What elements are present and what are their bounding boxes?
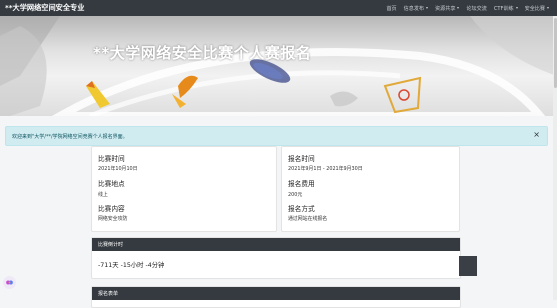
nav-link-forum[interactable]: 论坛交流 [466,5,486,12]
nav-link-competition[interactable]: 安全比赛 [525,5,549,12]
hero-background-art [0,16,557,116]
chevron-down-icon [547,7,549,9]
registration-time-value: 2021年9月1日 - 2021年9月30日 [288,166,363,172]
registration-fee-value: 200元 [288,192,303,198]
countdown-header: 比赛倒计时 [92,238,460,251]
registration-fee-label: 报名费用 [288,180,315,188]
chevron-down-icon [426,7,429,9]
registration-time-label: 报名时间 [288,155,315,163]
page-title: **大学网络安全比赛个人赛报名 [93,44,312,62]
competition-info-card: 比赛时间 2021年10月10日 比赛地点 线上 比赛内容 网络安全攻防 [91,146,277,232]
close-icon[interactable]: × [533,130,540,139]
alert-message: 欢迎来到"大学/**/学院网络空间竞赛个人报名界面。 [12,133,128,140]
hero-banner: **大学网络安全比赛个人赛报名 [0,16,557,116]
competition-time-value: 2021年10月10日 [98,166,138,172]
countdown-card: 比赛倒计时 -711天 -15小时 -4分钟 [91,237,461,279]
countdown-value: -711天 -15小时 -4分钟 [98,262,165,269]
registration-method-label: 报名方式 [288,205,315,213]
top-navbar: **大学网络空间安全专业 首页 信息发布 资源共享 论坛交流 CTF训练 安全比… [0,0,557,16]
registration-form-card: 报名表单 [91,286,461,308]
assistant-icon [6,280,13,285]
nav-menu: 首页 信息发布 资源共享 论坛交流 CTF训练 安全比赛 [386,0,549,16]
registration-method-value: 通过网站在线报名 [288,216,328,222]
welcome-alert: 欢迎来到"大学/**/学院网络空间竞赛个人报名界面。 × [5,126,548,146]
form-header: 报名表单 [92,287,460,300]
assistant-floating-button[interactable] [3,276,16,289]
nav-link-resources[interactable]: 资源共享 [435,5,460,12]
nav-link-ctf[interactable]: CTF训练 [494,5,518,12]
competition-content-label: 比赛内容 [98,205,125,213]
chevron-down-icon [515,7,518,9]
nav-link-home[interactable]: 首页 [386,5,396,12]
competition-time-label: 比赛时间 [98,155,125,163]
chevron-down-icon [457,7,460,9]
competition-place-value: 线上 [98,192,108,198]
side-panel-edge [459,256,477,276]
competition-place-label: 比赛地点 [98,180,125,188]
registration-info-card: 报名时间 2021年9月1日 - 2021年9月30日 报名费用 200元 报名… [281,146,460,232]
nav-link-info[interactable]: 信息发布 [404,5,429,12]
competition-content-value: 网络安全攻防 [98,216,128,222]
site-brand[interactable]: **大学网络空间安全专业 [5,3,84,13]
scrollbar-thumb[interactable] [553,18,557,88]
